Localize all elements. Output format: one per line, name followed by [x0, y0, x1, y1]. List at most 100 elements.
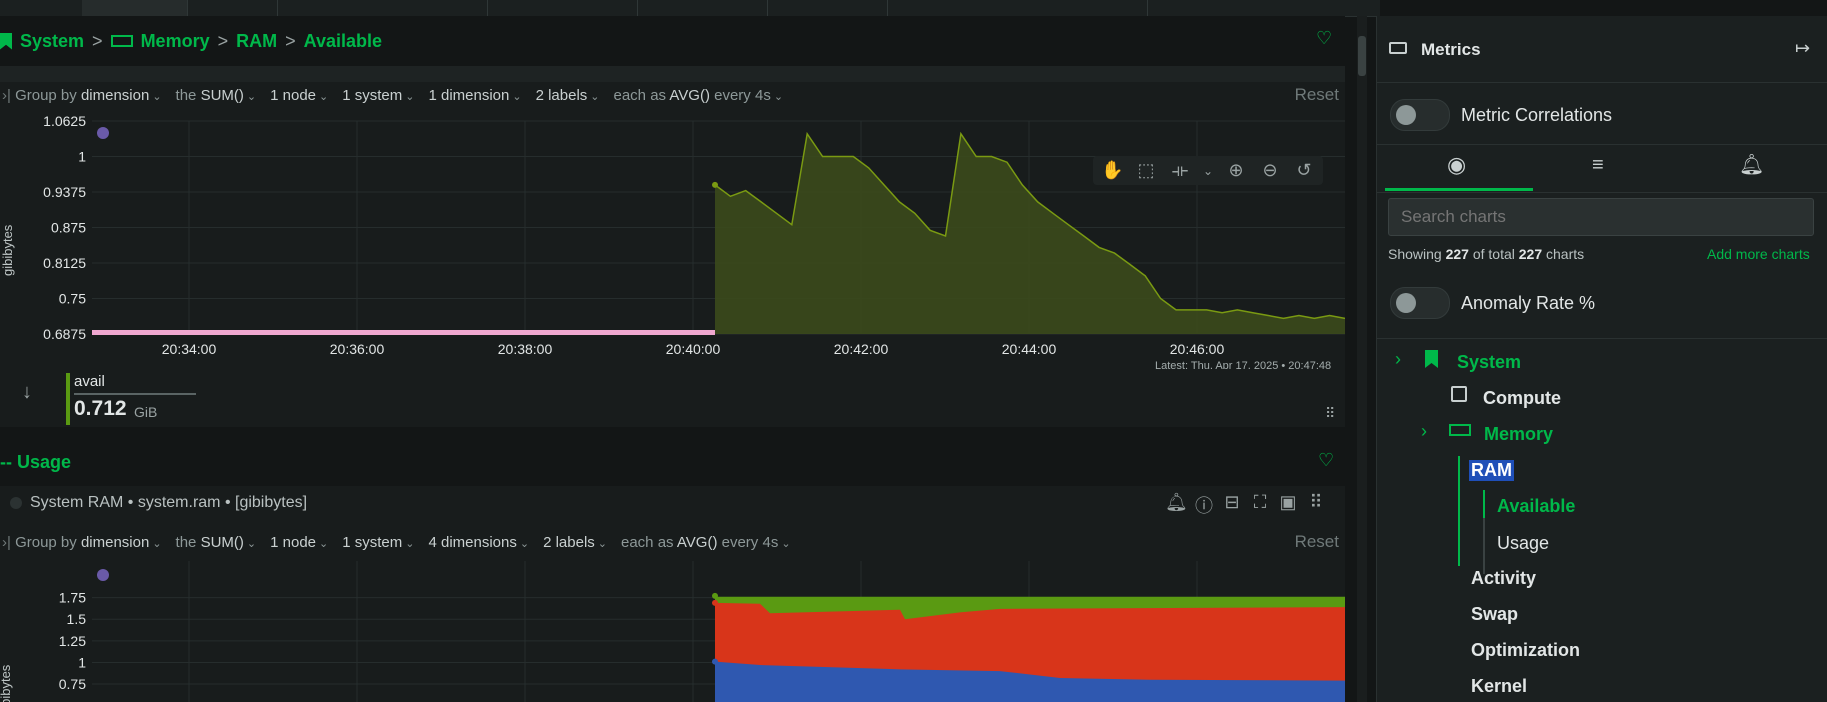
tree-item-system[interactable]: System	[1457, 352, 1521, 373]
tree-item-available[interactable]: Available	[1497, 496, 1575, 517]
fullscreen-icon[interactable]: ⛶	[1249, 492, 1271, 518]
tab-active[interactable]	[82, 0, 188, 16]
select-zoom-icon[interactable]: ⬚	[1135, 160, 1157, 181]
pan-hand-icon[interactable]: ✋	[1101, 160, 1123, 181]
metric-correlations-toggle[interactable]	[1390, 99, 1450, 131]
section-usage-title: -- Usage	[0, 452, 72, 472]
group-by[interactable]: ›| Group by dimension ⌄	[2, 87, 162, 104]
anomaly-rate-toggle[interactable]	[1390, 287, 1450, 319]
divider	[1377, 338, 1827, 339]
x-tick-label: 20:46:00	[1170, 341, 1225, 357]
tab[interactable]	[767, 0, 888, 16]
heart-icon[interactable]: ♡	[1316, 28, 1332, 49]
scrollbar-thumb[interactable]	[1358, 36, 1366, 76]
heart-icon[interactable]: ♡	[1318, 450, 1334, 471]
breadcrumb-separator: >	[285, 30, 296, 51]
tree-item-compute[interactable]: Compute	[1483, 388, 1561, 409]
tab[interactable]	[887, 0, 1148, 16]
systems-select[interactable]: 1 system ⌄	[342, 87, 414, 104]
dimensions-select[interactable]: 1 dimension ⌄	[428, 87, 521, 104]
anomaly-badge	[97, 569, 109, 581]
add-more-charts-link[interactable]: Add more charts	[1707, 246, 1810, 262]
aggregation-select[interactable]: the SUM() ⌄	[176, 87, 257, 104]
tree-item-activity[interactable]: Activity	[1471, 568, 1536, 589]
breadcrumb: System > Memory > RAM > Available	[0, 26, 382, 56]
search-charts-input[interactable]	[1388, 198, 1814, 236]
y-tick-label: 1.25	[59, 633, 86, 649]
drag-handle-icon[interactable]: ⠿	[1305, 492, 1327, 518]
y-tick-label: 1.75	[59, 590, 86, 606]
chevron-down-icon[interactable]: ⌄	[1203, 164, 1213, 178]
systems-select[interactable]: 1 system ⌄	[342, 534, 414, 551]
tab[interactable]	[487, 0, 638, 16]
reset-zoom-icon[interactable]: ↺	[1293, 160, 1315, 181]
chart-actions: 🔔︎ ⓘ ⊟ ⛶ ▣ ⠿	[1165, 492, 1327, 518]
breadcrumb-ram[interactable]: RAM	[236, 31, 277, 52]
nodes-select[interactable]: 1 node ⌄	[270, 87, 328, 104]
save-icon[interactable]: ▣	[1277, 492, 1299, 518]
eye-tab-icon[interactable]: ◉	[1447, 152, 1466, 178]
chart-title-text: System RAM • system.ram • [gibibytes]	[30, 494, 308, 511]
nodes-select[interactable]: 1 node ⌄	[270, 534, 328, 551]
breadcrumb-separator: >	[92, 30, 103, 51]
breadcrumb-separator: >	[217, 30, 229, 51]
tree-item-memory[interactable]: Memory	[1484, 424, 1553, 445]
reset-button[interactable]: Reset	[1295, 85, 1339, 105]
divider	[1377, 192, 1827, 193]
bell-icon[interactable]: 🔔︎	[1165, 492, 1188, 518]
breadcrumb-system[interactable]: System	[20, 31, 84, 52]
tree-item-swap[interactable]: Swap	[1471, 604, 1518, 625]
info-icon[interactable]: ⓘ	[1193, 492, 1215, 518]
dimensions-select[interactable]: 4 dimensions ⌄	[428, 534, 529, 551]
breadcrumb-available[interactable]: Available	[304, 31, 382, 52]
metrics-panel-icon	[1389, 42, 1407, 54]
bell-tab-icon[interactable]: 🔔︎	[1739, 152, 1764, 177]
metrics-sidebar: Metrics ↦ Metric Correlations ◉ ≡ 🔔︎ Sho…	[1376, 16, 1827, 702]
system-ram-chart-plot[interactable]: 0.75 1 1.25 1.5 1.75	[0, 561, 1345, 702]
breadcrumb-memory[interactable]: Memory	[141, 31, 210, 52]
labels-select[interactable]: 2 labels ⌄	[536, 87, 600, 104]
legend-dimension-name[interactable]: avail	[74, 373, 105, 390]
aggregation-select[interactable]: the SUM() ⌄	[176, 534, 257, 551]
legend-unit: GiB	[134, 404, 158, 420]
time-aggregation-select[interactable]: each as AVG() every 4s ⌄	[621, 534, 791, 551]
y-tick-label: 1.0625	[43, 113, 86, 129]
chevron-right-icon[interactable]: ›	[1395, 349, 1401, 370]
no-data-band	[92, 330, 715, 335]
time-aggregation-select[interactable]: each as AVG() every 4s ⌄	[614, 87, 784, 104]
labels-select[interactable]: 2 labels ⌄	[543, 534, 607, 551]
chart-toolbar: ›| Group by dimension ⌄ the SUM() ⌄ 1 node…	[0, 526, 1345, 558]
chart-tools: ✋ ⬚ ⟛ ⌄ ⊕ ⊖ ↺	[1093, 156, 1323, 185]
tree-item-usage[interactable]: Usage	[1497, 533, 1549, 554]
tree-item-kernel[interactable]: Kernel	[1471, 676, 1527, 697]
tree-guide-line	[1458, 456, 1460, 566]
tab[interactable]	[637, 0, 768, 16]
y-tick-label: 0.75	[59, 676, 86, 692]
tab[interactable]	[277, 0, 488, 16]
series-red-point	[712, 599, 718, 606]
filter-tab-icon[interactable]: ≡	[1592, 154, 1604, 177]
avail-start-point	[712, 181, 718, 188]
available-chart-plot[interactable]: 0.6875 0.75 0.8125 0.875 0.9375 1 1.0625 20:34:…	[0, 111, 1345, 381]
main-scrollbar[interactable]	[1357, 16, 1367, 702]
chevron-right-icon[interactable]: ›	[1421, 421, 1427, 442]
x-tick-label: 20:36:00	[330, 341, 385, 357]
y-tick-label: 0.9375	[43, 184, 86, 200]
reset-button[interactable]: Reset	[1295, 532, 1339, 552]
group-by[interactable]: ›| Group by dimension ⌄	[2, 534, 162, 551]
y-tick-label: 1	[78, 654, 86, 670]
chart-available: ›| Group by dimension ⌄ the SUM() ⌄ 1 node…	[0, 66, 1345, 386]
y-tick-label: 0.75	[59, 291, 86, 307]
tab[interactable]	[0, 0, 83, 16]
tree-item-optimization[interactable]: Optimization	[1471, 640, 1580, 661]
zoom-out-icon[interactable]: ⊖	[1259, 160, 1281, 181]
arrow-down-icon[interactable]: ↓	[22, 381, 32, 404]
tab[interactable]	[187, 0, 278, 16]
tree-item-ram[interactable]: RAM	[1469, 460, 1514, 481]
bookmark-icon	[0, 32, 12, 50]
collapse-sidebar-icon[interactable]: ↦	[1795, 38, 1810, 59]
drawer-icon[interactable]: ⊟	[1221, 492, 1243, 518]
highlight-range-icon[interactable]: ⟛	[1169, 160, 1191, 181]
resize-handle-icon[interactable]: ⠿	[1325, 405, 1335, 422]
zoom-in-icon[interactable]: ⊕	[1225, 160, 1247, 181]
